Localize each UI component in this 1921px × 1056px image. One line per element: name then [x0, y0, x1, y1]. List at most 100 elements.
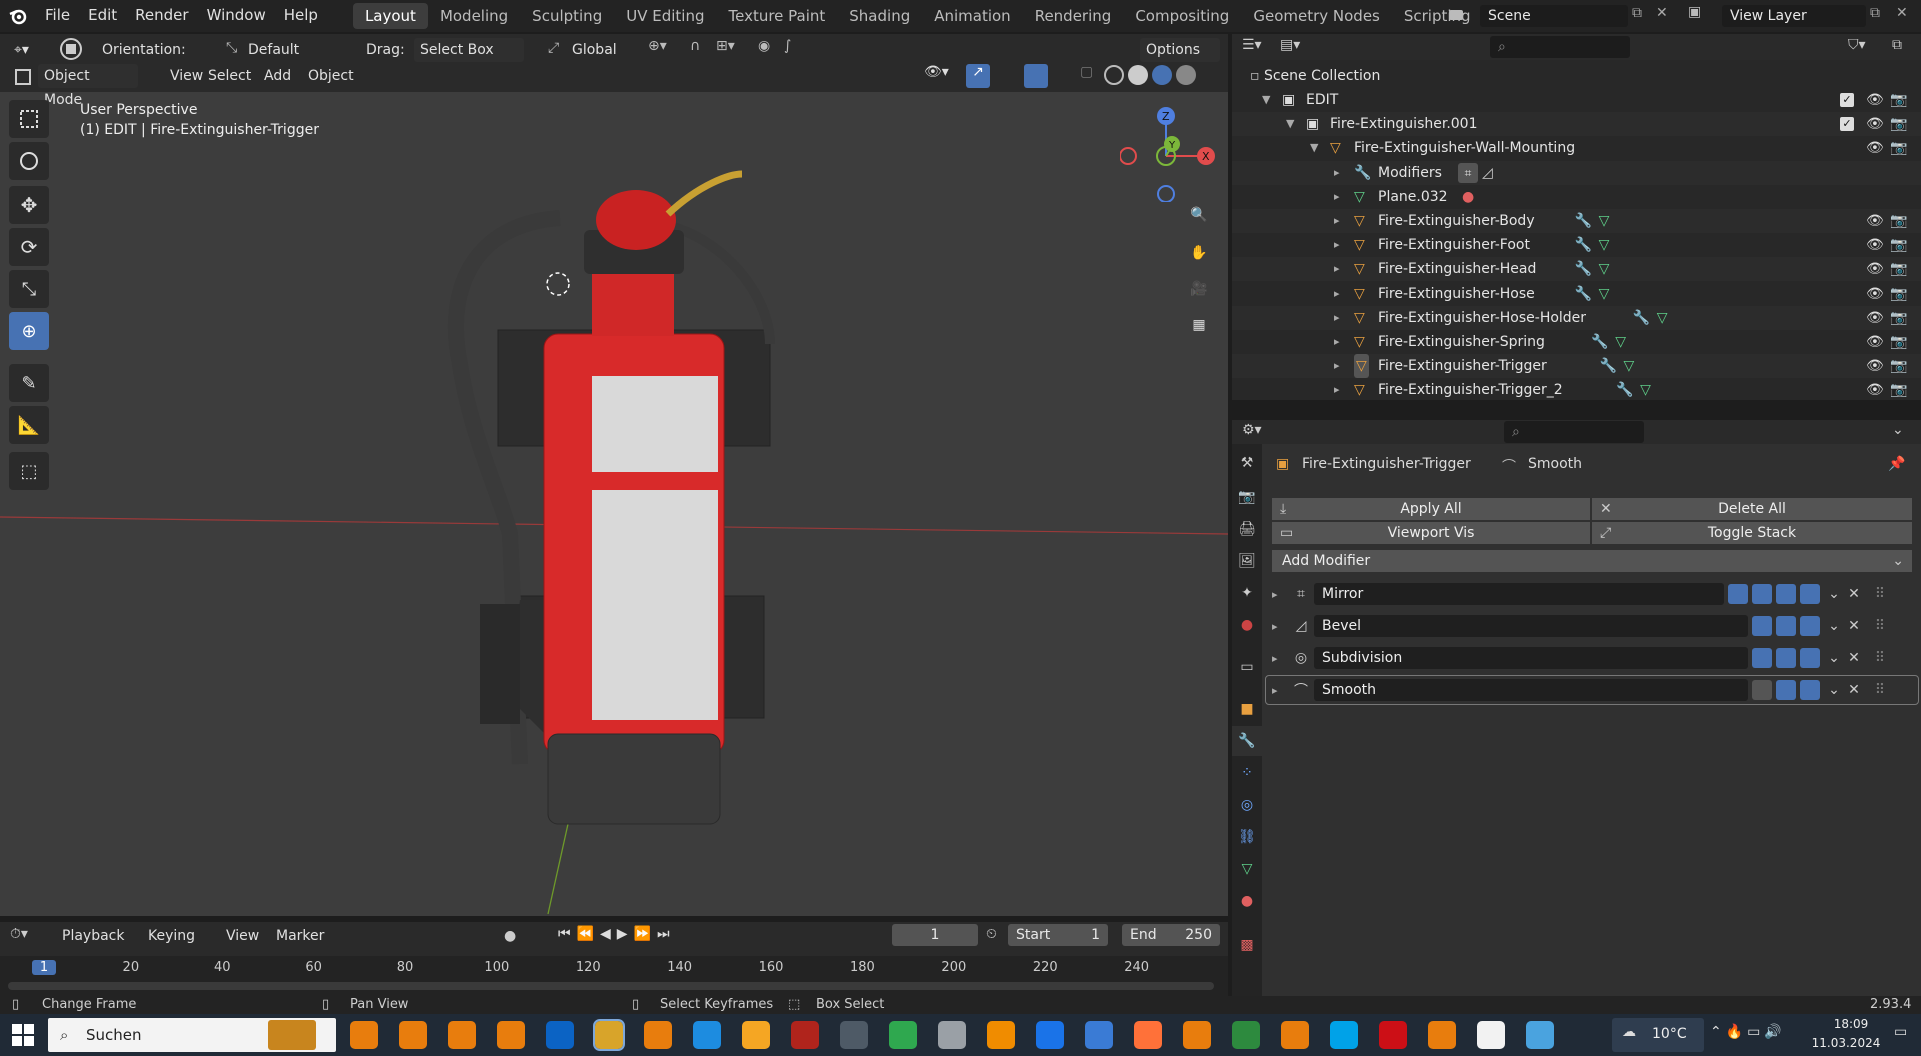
render-display-icon[interactable] — [1800, 584, 1820, 604]
camera-icon[interactable]: 📷 — [1890, 209, 1907, 233]
menu-file[interactable]: File — [36, 0, 79, 32]
material-tab-icon[interactable]: ● — [1232, 886, 1262, 916]
move-tool-icon[interactable]: ✥ — [9, 186, 49, 224]
taskbar-app-icon[interactable] — [1330, 1021, 1358, 1049]
gizmo-toggle-icon[interactable]: ↗ — [966, 64, 990, 88]
particles-tab-icon[interactable]: ⁘ — [1232, 758, 1262, 788]
modifier-name-field[interactable]: Mirror — [1314, 583, 1724, 605]
expand-arrow-icon[interactable]: ▸ — [1334, 306, 1340, 330]
camera-icon[interactable]: 📷 — [1890, 112, 1907, 136]
workspace-tab-geometry-nodes[interactable]: Geometry Nodes — [1241, 3, 1392, 29]
camera-view-icon[interactable]: 🎥 — [1184, 274, 1214, 304]
properties-options-icon[interactable]: ⌄ — [1892, 422, 1904, 438]
expand-arrow-icon[interactable]: ▸ — [1334, 161, 1340, 185]
pan-hand-icon[interactable]: ✋ — [1184, 238, 1214, 268]
viewport-display-icon[interactable] — [1776, 616, 1796, 636]
timeline-scrollbar[interactable] — [8, 982, 1214, 990]
modifier-icon[interactable]: 🔧 — [1600, 354, 1617, 378]
modifier-row-subdivision[interactable]: ▸ ◎ Subdivision ⌄ ✕ ⠿ — [1266, 644, 1918, 672]
pivot-point-icon[interactable]: ⊕▾ — [648, 38, 678, 62]
exclude-checkbox[interactable]: ✓ — [1840, 93, 1854, 107]
modifier-icon[interactable]: 🔧 — [1575, 282, 1592, 306]
mesh-data-icon[interactable]: ▽ — [1640, 378, 1651, 402]
taskbar-app-icon[interactable] — [791, 1021, 819, 1049]
workspace-tab-layout[interactable]: Layout — [352, 3, 428, 29]
weather-widget[interactable]: ☁ 10°C — [1612, 1018, 1704, 1052]
measure-tool-icon[interactable]: 📐 — [9, 406, 49, 444]
taskbar-app-icon[interactable] — [1036, 1021, 1064, 1049]
chevron-down-icon[interactable]: ⌄ — [1824, 650, 1844, 666]
taskbar-app-icon[interactable] — [350, 1021, 378, 1049]
modifier-icon[interactable]: 🔧 — [1575, 209, 1592, 233]
timeline-menu-keying[interactable]: Keying — [142, 924, 201, 948]
viewport-display-icon[interactable] — [1776, 648, 1796, 668]
outliner-search-input[interactable]: ⌕ — [1490, 36, 1630, 58]
eye-icon[interactable]: 👁 — [1866, 354, 1884, 378]
viewport-display-icon[interactable] — [1776, 584, 1796, 604]
eye-icon[interactable]: 👁 — [1866, 306, 1884, 330]
mesh-data-icon[interactable]: ▽ — [1615, 330, 1626, 354]
taskbar-app-icon[interactable] — [546, 1021, 574, 1049]
camera-icon[interactable]: 📷 — [1890, 282, 1907, 306]
drag-dropdown[interactable]: Select Box — [414, 38, 524, 62]
navigation-gizmo[interactable]: Z X Y — [1120, 102, 1220, 202]
record-icon[interactable]: ● — [504, 928, 516, 944]
camera-icon[interactable]: 📷 — [1890, 257, 1907, 281]
mirror-modifier-icon[interactable]: ⌗ — [1458, 162, 1478, 183]
exclude-checkbox[interactable]: ✓ — [1840, 117, 1854, 132]
add-modifier-dropdown[interactable]: Add Modifier ⌄ — [1272, 550, 1912, 572]
modifier-tab-icon[interactable]: 🔧 — [1232, 726, 1262, 756]
viewport-menu-add[interactable]: Add — [258, 64, 297, 88]
expand-arrow-icon[interactable]: ▸ — [1272, 588, 1288, 601]
scene-tab-icon[interactable]: ✦ — [1232, 578, 1262, 608]
options-dropdown[interactable]: Options — [1140, 38, 1220, 62]
expand-arrow-icon[interactable]: ▸ — [1334, 282, 1340, 306]
workspace-tab-shading[interactable]: Shading — [837, 3, 922, 29]
expand-arrow-icon[interactable]: ▼ — [1262, 88, 1270, 112]
timeline-menu-view[interactable]: View — [220, 924, 265, 948]
taskbar-app-icon[interactable] — [889, 1021, 917, 1049]
tool-tab-icon[interactable]: ⚒ — [1232, 448, 1262, 478]
mesh-data-icon[interactable]: ▽ — [1599, 233, 1610, 257]
workspace-tab-sculpting[interactable]: Sculpting — [520, 3, 614, 29]
3d-viewport[interactable]: ⌖▾ Orientation: ⤡ Default Drag: Select B… — [0, 34, 1228, 916]
current-frame-field[interactable]: 1 — [892, 924, 978, 946]
eye-icon[interactable]: 👁 — [1866, 88, 1884, 112]
render-display-icon[interactable] — [1800, 616, 1820, 636]
windows-start-icon[interactable] — [12, 1024, 34, 1046]
world-tab-icon[interactable]: ● — [1232, 610, 1262, 640]
taskbar-app-icon[interactable] — [1428, 1021, 1456, 1049]
expand-arrow-icon[interactable]: ▸ — [1334, 209, 1340, 233]
proportional-falloff-icon[interactable]: ∫ — [784, 38, 810, 62]
taskbar-app-icon[interactable] — [1379, 1021, 1407, 1049]
workspace-tab-modeling[interactable]: Modeling — [428, 3, 520, 29]
modifier-name-field[interactable]: Smooth — [1314, 679, 1748, 701]
taskbar-app-icon[interactable] — [742, 1021, 770, 1049]
overlays-icon[interactable] — [1024, 64, 1048, 88]
render-display-icon[interactable] — [1800, 680, 1820, 700]
outliner-row[interactable]: ▸ ▽ Fire-Extinguisher-Hose 🔧 ▽ 👁 📷 — [1232, 282, 1921, 306]
outliner-row[interactable]: ▸ ▽ Fire-Extinguisher-Foot 🔧 ▽ 👁 📷 — [1232, 233, 1921, 257]
mesh-data-icon[interactable]: ▽ — [1624, 354, 1635, 378]
filter-icon[interactable]: ⛉▾ — [1848, 37, 1866, 53]
eye-icon[interactable]: 👁 — [1866, 282, 1884, 306]
modifier-icon[interactable]: 🔧 — [1591, 330, 1608, 354]
toggle-stack-button[interactable]: ⤢ Toggle Stack — [1592, 522, 1912, 544]
solid-shading-icon[interactable] — [1128, 65, 1148, 85]
timeline-editor-icon[interactable]: ⏱▾ — [10, 926, 28, 942]
workspace-tab-texture-paint[interactable]: Texture Paint — [716, 3, 837, 29]
modifier-icon[interactable]: 🔧 — [1616, 378, 1633, 402]
timeline-menu-playback[interactable]: Playback — [56, 924, 130, 948]
mesh-data-icon[interactable]: ▽ — [1599, 257, 1610, 281]
visibility-icon[interactable]: 👁▾ — [924, 64, 954, 88]
outliner-editor-icon[interactable]: ☰▾ — [1242, 37, 1262, 53]
system-tray-icons[interactable]: ⌃🔥▭🔊 — [1710, 1024, 1786, 1040]
close-view-layer-icon[interactable]: ✕ — [1896, 5, 1916, 27]
camera-icon[interactable]: 📷 — [1890, 136, 1907, 160]
camera-icon[interactable]: 📷 — [1890, 330, 1907, 354]
wireframe-shading-icon[interactable] — [1104, 65, 1124, 85]
add-cube-tool-icon[interactable]: ⬚ — [9, 452, 49, 490]
viewport-display-icon[interactable] — [1776, 680, 1796, 700]
eye-icon[interactable]: 👁 — [1866, 136, 1884, 160]
collection-tab-icon[interactable]: ▭ — [1232, 652, 1262, 682]
